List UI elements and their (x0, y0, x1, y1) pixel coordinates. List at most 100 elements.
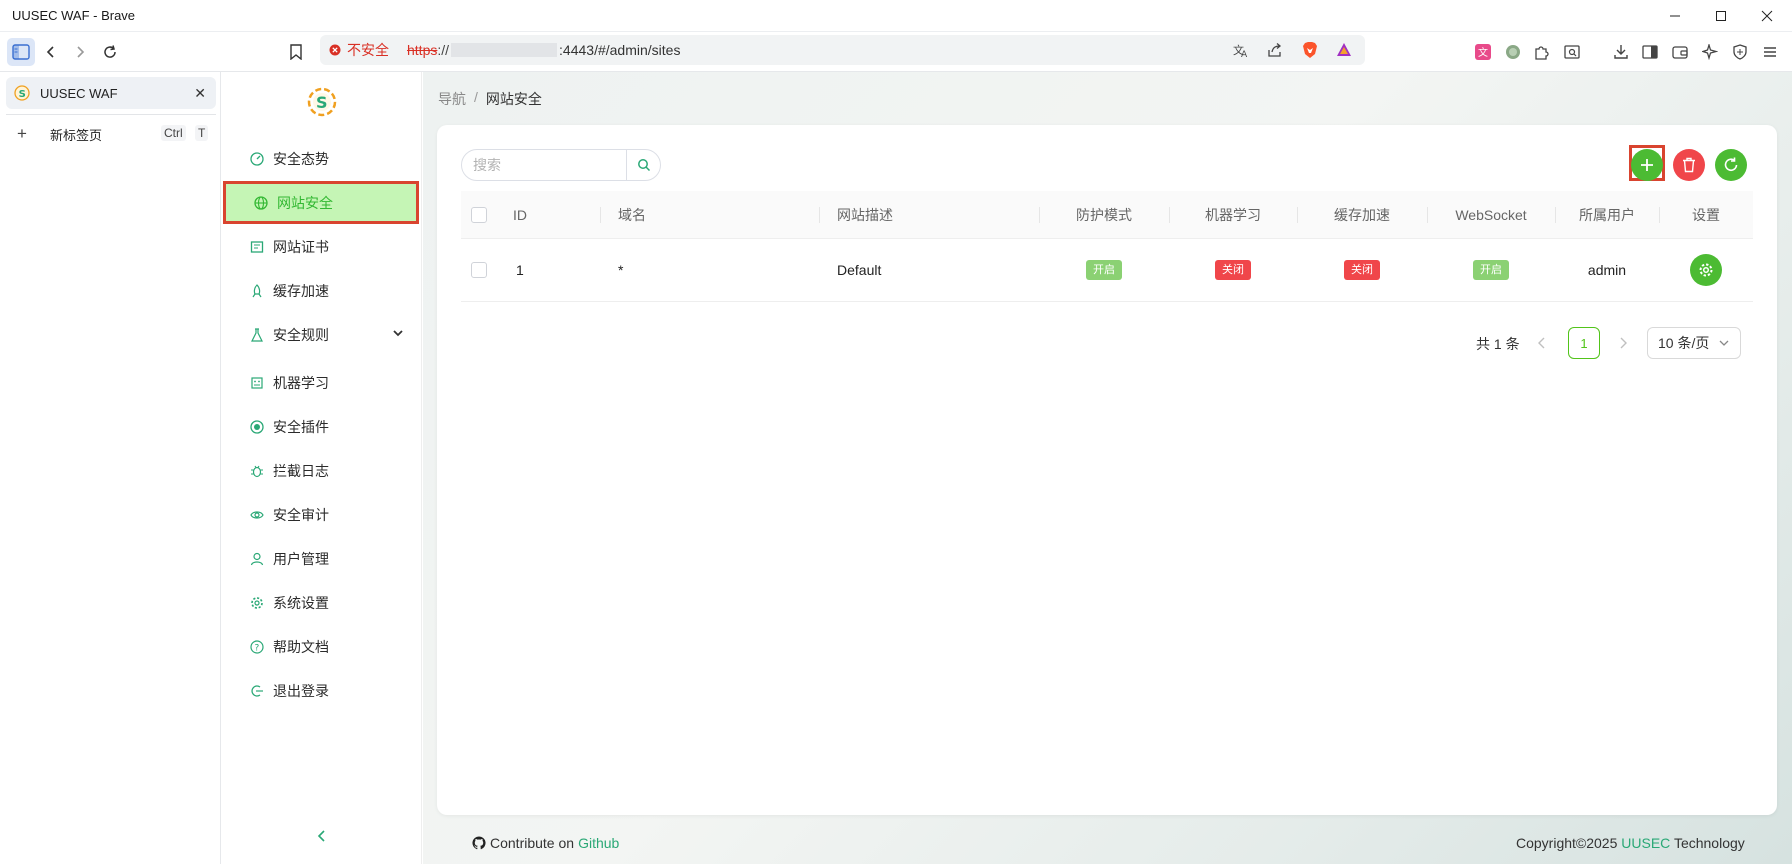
menu-item-settings[interactable]: 系统设置 (222, 583, 420, 623)
back-button[interactable] (37, 38, 65, 66)
page-size-value: 10 条/页 (1658, 335, 1710, 351)
search-input[interactable] (462, 150, 626, 180)
robot-icon (249, 375, 265, 391)
menu-item-audit[interactable]: 安全审计 (222, 495, 420, 535)
menu-item-machine-learning[interactable]: 机器学习 (222, 363, 420, 403)
menu-item-certificates[interactable]: 网站证书 (222, 227, 420, 267)
refresh-button[interactable] (1715, 149, 1747, 181)
tab-close-button[interactable]: ✕ (194, 85, 206, 102)
download-icon (1614, 45, 1628, 59)
dashboard-icon (249, 151, 265, 167)
brave-rewards-button[interactable] (1334, 40, 1354, 60)
plugin-icon (249, 419, 265, 435)
header-cache[interactable]: 缓存加速 (1297, 191, 1427, 238)
translate-button[interactable]: 文A (1231, 40, 1251, 60)
sidebar-panel-button[interactable] (1636, 38, 1664, 66)
menu-item-help[interactable]: ? 帮助文档 (222, 627, 420, 667)
page-size-select[interactable]: 10 条/页 (1647, 327, 1741, 359)
header-ml[interactable]: 机器学习 (1169, 191, 1297, 238)
status-dot-icon (1506, 45, 1520, 59)
wallet-button[interactable] (1666, 38, 1694, 66)
bookmark-button[interactable] (282, 38, 310, 66)
gear-icon (249, 595, 265, 611)
bug-icon (249, 463, 265, 479)
forward-button[interactable] (66, 38, 94, 66)
menu-item-logout[interactable]: 退出登录 (222, 671, 420, 711)
site-settings-button[interactable] (1690, 254, 1722, 286)
breadcrumb: 导航 / 网站安全 (438, 89, 542, 109)
cell-ml: 关闭 (1169, 239, 1297, 301)
sites-card: ID 域名 网站描述 防护模式 机器学习 缓存加速 WebSocket 所属用户… (437, 125, 1777, 815)
copyright-text: Copyright©2025 (1516, 835, 1618, 851)
menu-item-users[interactable]: 用户管理 (222, 539, 420, 579)
plus-icon (1641, 159, 1653, 171)
brave-lion-icon (1303, 42, 1317, 58)
share-icon (1268, 43, 1282, 57)
menu-label: 安全态势 (273, 151, 329, 167)
window-title: UUSEC WAF - Brave (12, 8, 136, 23)
new-tab-button[interactable]: + 新标签页 Ctrl T (6, 120, 216, 148)
select-all-checkbox[interactable] (471, 206, 487, 223)
status-badge-on: 开启 (1086, 260, 1122, 280)
menu-item-site-security[interactable]: 网站安全 (223, 181, 419, 224)
table-row[interactable]: 1 * Default 开启 关闭 关闭 开启 admin (461, 239, 1753, 302)
header-domain[interactable]: 域名 (618, 191, 646, 238)
header-protect-mode[interactable]: 防护模式 (1039, 191, 1169, 238)
menu-item-security-rules[interactable]: 安全规则 (222, 315, 420, 355)
flask-icon (249, 327, 265, 343)
menu-item-cache[interactable]: 缓存加速 (222, 271, 420, 311)
search-button[interactable] (626, 150, 660, 180)
cell-settings (1659, 239, 1753, 301)
header-owner[interactable]: 所属用户 (1555, 191, 1659, 238)
breadcrumb-root[interactable]: 导航 (438, 89, 466, 109)
header-websocket[interactable]: WebSocket (1427, 191, 1555, 238)
menu-label: 退出登录 (273, 683, 329, 699)
eye-icon (249, 507, 265, 523)
header-description[interactable]: 网站描述 (837, 191, 893, 238)
new-tab-label: 新标签页 (50, 127, 103, 143)
reload-button[interactable] (96, 38, 124, 66)
extension-translate-button[interactable]: 文 (1469, 38, 1497, 66)
header-id[interactable]: ID (513, 191, 527, 238)
add-site-button[interactable] (1631, 149, 1663, 181)
row-checkbox[interactable] (471, 262, 487, 278)
github-link[interactable]: Github (578, 835, 619, 851)
extensions-button[interactable] (1528, 38, 1556, 66)
menu-item-block-logs[interactable]: 拦截日志 (222, 451, 420, 491)
bookmark-icon (290, 44, 302, 60)
github-icon (472, 836, 486, 850)
brave-shields-button[interactable] (1300, 40, 1320, 60)
address-bar[interactable]: 不安全 https :// :4443/#/admin/sites 文A (320, 35, 1365, 65)
menu-item-plugins[interactable]: 安全插件 (222, 407, 420, 447)
menu-item-dashboard[interactable]: 安全态势 (222, 139, 420, 179)
close-window-button[interactable] (1746, 0, 1788, 32)
header-settings: 设置 (1692, 206, 1720, 223)
share-button[interactable] (1265, 40, 1285, 60)
page-number-button[interactable]: 1 (1568, 327, 1600, 359)
brand-link[interactable]: UUSEC (1621, 835, 1670, 851)
tab-uusec-waf[interactable]: S UUSEC WAF ✕ (6, 77, 216, 109)
collapse-sidebar-icon[interactable] (314, 828, 330, 844)
prev-page-icon[interactable] (1535, 335, 1549, 351)
help-icon: ? (249, 639, 265, 655)
downloads-button[interactable] (1607, 38, 1635, 66)
maximize-button[interactable] (1700, 0, 1742, 32)
svg-text:S: S (19, 89, 26, 100)
sidebar-toggle-button[interactable] (7, 38, 35, 66)
uusec-logo-icon: S (307, 87, 337, 117)
breadcrumb-current: 网站安全 (485, 91, 542, 107)
minimize-button[interactable] (1654, 0, 1696, 32)
main-menu-button[interactable] (1756, 38, 1784, 66)
leo-ai-button[interactable] (1696, 38, 1724, 66)
search-page-button[interactable] (1558, 38, 1586, 66)
main-content: 导航 / 网站安全 ID 域名 网站描述 (423, 72, 1792, 864)
chevron-down-icon[interactable] (392, 327, 404, 339)
gear-icon (1699, 263, 1713, 277)
delete-site-button[interactable] (1673, 149, 1705, 181)
trash-icon (1683, 157, 1695, 173)
svg-text:S: S (316, 93, 328, 112)
minimize-icon (1670, 15, 1680, 17)
vpn-button[interactable] (1726, 38, 1754, 66)
next-page-icon[interactable] (1616, 335, 1630, 351)
extension-status-button[interactable] (1499, 38, 1527, 66)
